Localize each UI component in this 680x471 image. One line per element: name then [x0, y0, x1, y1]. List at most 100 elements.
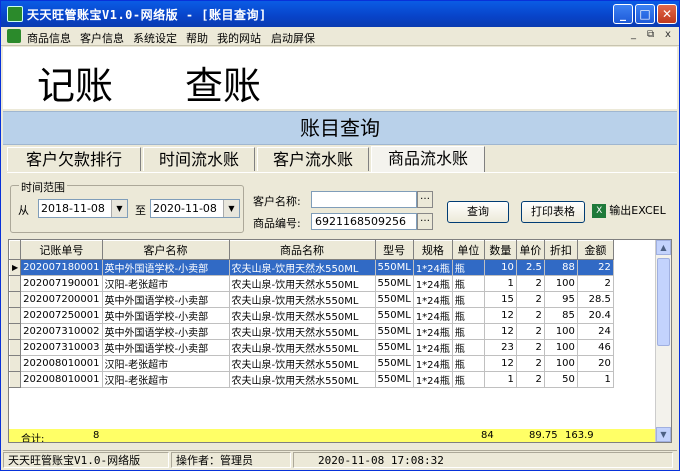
- table-row[interactable]: ▶ 202007180001 英中外国语学校-小卖部 农夫山泉-饮用天然水550ML 5…: [9, 259, 614, 276]
- table-cell[interactable]: 46: [576, 339, 614, 356]
- table-cell[interactable]: 550ML: [374, 323, 414, 340]
- table-cell[interactable]: 1*24瓶: [412, 355, 453, 372]
- table-cell[interactable]: 农夫山泉-饮用天然水550ML: [228, 355, 376, 372]
- child-restore-button[interactable]: ⧉: [647, 29, 654, 40]
- table-cell[interactable]: 550ML: [374, 291, 414, 308]
- tab-customer-debt-ranking[interactable]: 客户欠款排行: [7, 147, 141, 171]
- table-cell[interactable]: 88: [543, 259, 578, 276]
- table-cell[interactable]: 1*24瓶: [412, 339, 453, 356]
- scroll-down-icon[interactable]: ▼: [656, 427, 671, 442]
- table-cell[interactable]: 100: [543, 275, 578, 292]
- column-header[interactable]: 折扣: [543, 240, 578, 260]
- table-cell[interactable]: 100: [543, 355, 578, 372]
- table-cell[interactable]: 550ML: [374, 371, 414, 388]
- table-cell[interactable]: 农夫山泉-饮用天然水550ML: [228, 371, 376, 388]
- from-date-picker[interactable]: 2018-11-08 ▼: [38, 199, 128, 218]
- table-cell[interactable]: 100: [543, 339, 578, 356]
- table-row[interactable]: 202008010001 汉阳-老张超市 农夫山泉-饮用天然水550ML 550ML 1…: [9, 355, 614, 372]
- table-cell[interactable]: 英中外国语学校-小卖部: [101, 291, 230, 308]
- column-header[interactable]: 数量: [483, 240, 517, 260]
- table-cell[interactable]: 550ML: [374, 307, 414, 324]
- table-cell[interactable]: 农夫山泉-饮用天然水550ML: [228, 275, 376, 292]
- minimize-button[interactable]: _: [613, 4, 633, 24]
- table-row[interactable]: 202007310003 英中外国语学校-小卖部 农夫山泉-饮用天然水550ML 55…: [9, 339, 614, 356]
- product-browse-button[interactable]: …: [417, 213, 433, 230]
- table-cell[interactable]: 1: [483, 275, 517, 292]
- table-cell[interactable]: 1: [576, 371, 614, 388]
- table-cell[interactable]: 1*24瓶: [412, 275, 453, 292]
- customer-name-input[interactable]: [311, 191, 417, 208]
- table-cell[interactable]: 农夫山泉-饮用天然水550ML: [228, 323, 376, 340]
- table-cell[interactable]: 202007180001: [20, 259, 103, 276]
- ledger-table[interactable]: 记账单号 客户名称 商品名称 型号 规格 单位 数量 单价 折扣 金额 ▶ 202…: [8, 239, 672, 443]
- table-cell[interactable]: 550ML: [374, 339, 414, 356]
- table-cell[interactable]: 202008010001: [20, 371, 103, 388]
- table-cell[interactable]: 英中外国语学校-小卖部: [101, 339, 230, 356]
- table-cell[interactable]: 瓶: [451, 371, 485, 388]
- export-excel-button[interactable]: X 输出EXCEL: [591, 201, 667, 223]
- table-cell[interactable]: 英中外国语学校-小卖部: [101, 259, 230, 276]
- table-cell[interactable]: 2: [515, 355, 545, 372]
- table-cell[interactable]: 1*24瓶: [412, 371, 453, 388]
- table-cell[interactable]: 202007250001: [20, 307, 103, 324]
- table-cell[interactable]: 550ML: [374, 275, 414, 292]
- to-date-picker[interactable]: 2020-11-08 ▼: [150, 199, 240, 218]
- column-header[interactable]: 记账单号: [20, 240, 103, 260]
- column-header[interactable]: 商品名称: [228, 240, 376, 260]
- table-cell[interactable]: 100: [543, 323, 578, 340]
- table-cell[interactable]: 瓶: [451, 275, 485, 292]
- child-close-button[interactable]: x: [665, 29, 671, 40]
- menu-item-screensaver[interactable]: 启动屏保: [271, 30, 315, 46]
- column-header[interactable]: 单价: [515, 240, 545, 260]
- row-indicator[interactable]: [9, 291, 22, 308]
- table-cell[interactable]: 农夫山泉-饮用天然水550ML: [228, 259, 376, 276]
- column-header[interactable]: 单位: [451, 240, 485, 260]
- table-cell[interactable]: 瓶: [451, 323, 485, 340]
- table-cell[interactable]: 28.5: [576, 291, 614, 308]
- column-header[interactable]: 型号: [374, 240, 414, 260]
- menu-item-product-info[interactable]: 商品信息: [27, 30, 71, 46]
- table-cell[interactable]: 550ML: [374, 259, 414, 276]
- row-indicator[interactable]: [9, 371, 22, 388]
- row-indicator[interactable]: [9, 355, 22, 372]
- maximize-button[interactable]: □: [635, 4, 655, 24]
- table-row[interactable]: 202008010001 汉阳-老张超市 农夫山泉-饮用天然水550ML 550ML 1…: [9, 371, 614, 388]
- table-cell[interactable]: 23: [483, 339, 517, 356]
- query-mode-button[interactable]: 查账: [185, 55, 261, 110]
- row-indicator[interactable]: [9, 323, 22, 340]
- tab-customer-ledger[interactable]: 客户流水账: [257, 147, 369, 171]
- row-indicator[interactable]: [9, 339, 22, 356]
- tab-product-ledger[interactable]: 商品流水账: [371, 146, 485, 172]
- table-cell[interactable]: 瓶: [451, 339, 485, 356]
- table-cell[interactable]: 汉阳-老张超市: [101, 275, 230, 292]
- print-table-button[interactable]: 打印表格: [521, 201, 585, 223]
- column-header[interactable]: 金额: [576, 240, 614, 260]
- table-row[interactable]: 202007190001 汉阳-老张超市 农夫山泉-饮用天然水550ML 550ML 1…: [9, 275, 614, 292]
- table-cell[interactable]: 1: [483, 371, 517, 388]
- row-indicator[interactable]: [9, 307, 22, 324]
- chevron-down-icon[interactable]: ▼: [111, 200, 127, 217]
- table-cell[interactable]: 24: [576, 323, 614, 340]
- table-cell[interactable]: 202007310002: [20, 323, 103, 340]
- table-cell[interactable]: 1*24瓶: [412, 323, 453, 340]
- table-cell[interactable]: 1*24瓶: [412, 291, 453, 308]
- table-cell[interactable]: 50: [543, 371, 578, 388]
- table-cell[interactable]: 2: [515, 307, 545, 324]
- table-cell[interactable]: 2: [515, 291, 545, 308]
- column-header[interactable]: 客户名称: [101, 240, 230, 260]
- table-cell[interactable]: 瓶: [451, 259, 485, 276]
- row-indicator[interactable]: [9, 275, 22, 292]
- table-cell[interactable]: 2: [515, 275, 545, 292]
- table-cell[interactable]: 95: [543, 291, 578, 308]
- table-row[interactable]: 202007200001 英中外国语学校-小卖部 农夫山泉-饮用天然水550ML 55…: [9, 291, 614, 308]
- table-row[interactable]: 202007310002 英中外国语学校-小卖部 农夫山泉-饮用天然水550ML 55…: [9, 323, 614, 340]
- table-cell[interactable]: 瓶: [451, 291, 485, 308]
- table-cell[interactable]: 英中外国语学校-小卖部: [101, 323, 230, 340]
- menu-item-help[interactable]: 帮助: [186, 30, 208, 46]
- table-cell[interactable]: 12: [483, 355, 517, 372]
- table-cell[interactable]: 85: [543, 307, 578, 324]
- close-button[interactable]: ✕: [657, 4, 677, 24]
- vertical-scrollbar[interactable]: ▲ ▼: [655, 240, 671, 442]
- table-cell[interactable]: 瓶: [451, 355, 485, 372]
- table-cell[interactable]: 202008010001: [20, 355, 103, 372]
